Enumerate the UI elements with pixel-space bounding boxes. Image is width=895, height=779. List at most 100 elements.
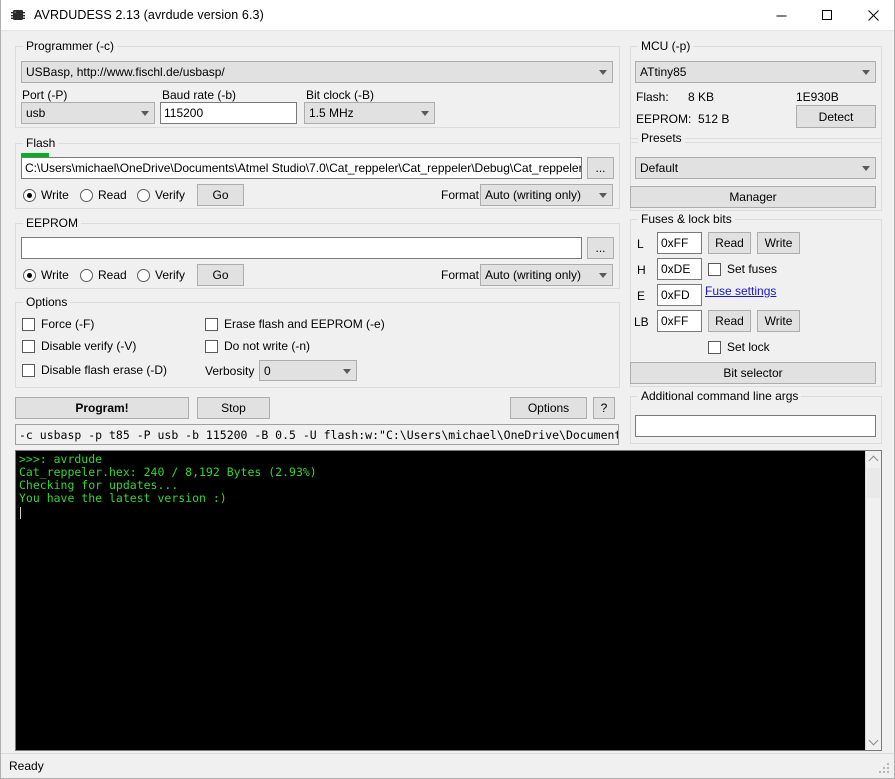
console-scrollbar[interactable]: [865, 451, 881, 750]
fuse-lb-label: LB: [634, 315, 649, 329]
eeprom-read-radio[interactable]: Read: [80, 268, 127, 282]
lock-write-label: Write: [764, 314, 793, 328]
fuses-read-button[interactable]: Read: [708, 232, 751, 254]
set-fuses-label: Set fuses: [727, 262, 778, 276]
fuse-h-label: H: [637, 263, 646, 277]
chevron-up-icon[interactable]: [866, 451, 881, 468]
mcu-select[interactable]: ATtiny85: [635, 61, 876, 83]
do-not-write-checkbox[interactable]: Do not write (-n): [205, 339, 310, 353]
set-fuses-checkbox[interactable]: Set fuses: [708, 262, 777, 276]
baud-rate-label: Baud rate (-b): [162, 88, 237, 102]
radio-indicator: [137, 268, 150, 282]
bit-selector-button[interactable]: Bit selector: [630, 362, 876, 384]
lock-bits-input[interactable]: 0xFF: [657, 310, 702, 332]
status-text: Ready: [9, 759, 44, 773]
force-checkbox[interactable]: Force (-F): [22, 317, 94, 331]
options-button[interactable]: Options: [510, 397, 587, 419]
fuse-h-value: 0xDE: [661, 262, 691, 276]
resize-grip-icon[interactable]: [878, 762, 891, 775]
command-line-value: -c usbasp -p t85 -P usb -b 115200 -B 0.5…: [19, 427, 619, 442]
maximize-button[interactable]: [804, 0, 850, 31]
program-button[interactable]: Program!: [15, 397, 189, 419]
fuse-e-value: 0xFD: [661, 288, 690, 302]
eeprom-group-label: EEPROM: [23, 216, 82, 230]
mcu-flash-value: 8 KB: [688, 90, 715, 104]
radio-indicator: [23, 188, 36, 202]
chevron-down-icon: [599, 273, 607, 278]
flash-write-radio[interactable]: Write: [23, 188, 69, 202]
preset-manager-button[interactable]: Manager: [630, 186, 876, 208]
lock-write-button[interactable]: Write: [757, 310, 800, 332]
disable-flash-erase-checkbox[interactable]: Disable flash erase (-D): [22, 363, 167, 377]
detect-button[interactable]: Detect: [796, 105, 876, 128]
force-label: Force (-F): [41, 317, 95, 331]
port-value: usb: [26, 106, 46, 120]
console-output[interactable]: >>>: avrdude Cat_reppeler.hex: 240 / 8,1…: [15, 450, 882, 751]
fuse-settings-link[interactable]: Fuse settings: [705, 284, 776, 298]
lock-read-button[interactable]: Read: [708, 310, 751, 332]
extra-args-input[interactable]: [635, 415, 876, 437]
flash-format-value: Auto (writing only): [485, 188, 582, 202]
radio-indicator: [137, 188, 150, 202]
programmer-select[interactable]: USBasp, http://www.fischl.de/usbasp/: [21, 61, 613, 83]
baud-rate-value: 115200: [164, 106, 204, 120]
flash-file-input[interactable]: C:\Users\michael\OneDrive\Documents\Atme…: [21, 157, 582, 179]
radio-indicator: [80, 268, 93, 282]
eeprom-go-button[interactable]: Go: [197, 264, 244, 286]
flash-browse-label: ...: [595, 161, 606, 175]
radio-indicator: [23, 268, 36, 282]
options-group-label: Options: [23, 295, 71, 309]
lock-read-label: Read: [715, 314, 744, 328]
chevron-down-icon: [141, 111, 149, 116]
eeprom-format-select[interactable]: Auto (writing only): [480, 264, 613, 286]
fuses-write-button[interactable]: Write: [757, 232, 800, 254]
verbosity-select[interactable]: 0: [259, 360, 357, 381]
minimize-button[interactable]: [758, 0, 804, 31]
chevron-down-icon: [862, 70, 870, 75]
preset-select[interactable]: Default: [635, 157, 876, 179]
chevron-down-icon[interactable]: [866, 733, 881, 750]
programmer-group-label: Programmer (-c): [23, 39, 118, 53]
fuse-e-input[interactable]: 0xFD: [657, 284, 702, 306]
flash-browse-button[interactable]: ...: [587, 157, 614, 179]
status-bar: Ready: [1, 753, 894, 778]
eeprom-write-radio[interactable]: Write: [23, 268, 69, 282]
fuse-h-input[interactable]: 0xDE: [657, 258, 702, 280]
help-button[interactable]: ?: [593, 397, 615, 419]
bit-clock-value: 1.5 MHz: [309, 106, 354, 120]
chevron-down-icon: [421, 111, 429, 116]
console-caret: [20, 507, 21, 519]
erase-flash-eeprom-checkbox[interactable]: Erase flash and EEPROM (-e): [205, 317, 385, 331]
radio-indicator: [80, 188, 93, 202]
eeprom-file-input[interactable]: [21, 237, 582, 259]
bit-clock-label: Bit clock (-B): [306, 88, 375, 102]
flash-verify-label: Verify: [155, 188, 186, 202]
fuse-l-input[interactable]: 0xFF: [657, 232, 702, 254]
flash-group-label: Flash: [23, 136, 59, 150]
flash-go-button[interactable]: Go: [197, 184, 244, 206]
scrollbar-thumb[interactable]: [867, 468, 880, 498]
mcu-flash-label: Flash:: [636, 90, 669, 104]
flash-verify-radio[interactable]: Verify: [137, 188, 185, 202]
set-lock-checkbox[interactable]: Set lock: [708, 340, 770, 354]
baud-rate-input[interactable]: 115200: [160, 102, 297, 124]
eeprom-verify-label: Verify: [155, 268, 186, 282]
set-lock-label: Set lock: [727, 340, 770, 354]
programmer-selected-value: USBasp, http://www.fischl.de/usbasp/: [26, 65, 225, 79]
eeprom-browse-button[interactable]: ...: [587, 237, 614, 259]
command-line-preview[interactable]: -c usbasp -p t85 -P usb -b 115200 -B 0.5…: [15, 424, 619, 445]
bit-clock-select[interactable]: 1.5 MHz: [304, 102, 435, 124]
flash-format-select[interactable]: Auto (writing only): [480, 184, 613, 206]
close-button[interactable]: [850, 0, 894, 31]
disable-verify-checkbox[interactable]: Disable verify (-V): [22, 339, 136, 353]
stop-label: Stop: [221, 401, 246, 415]
chevron-down-icon: [599, 70, 607, 75]
port-select[interactable]: usb: [21, 102, 155, 124]
chevron-down-icon: [599, 193, 607, 198]
checkbox-indicator: [22, 339, 35, 353]
flash-read-radio[interactable]: Read: [80, 188, 127, 202]
eeprom-verify-radio[interactable]: Verify: [137, 268, 185, 282]
stop-button[interactable]: Stop: [197, 397, 270, 419]
chevron-down-icon: [862, 166, 870, 171]
flash-go-label: Go: [212, 188, 229, 202]
